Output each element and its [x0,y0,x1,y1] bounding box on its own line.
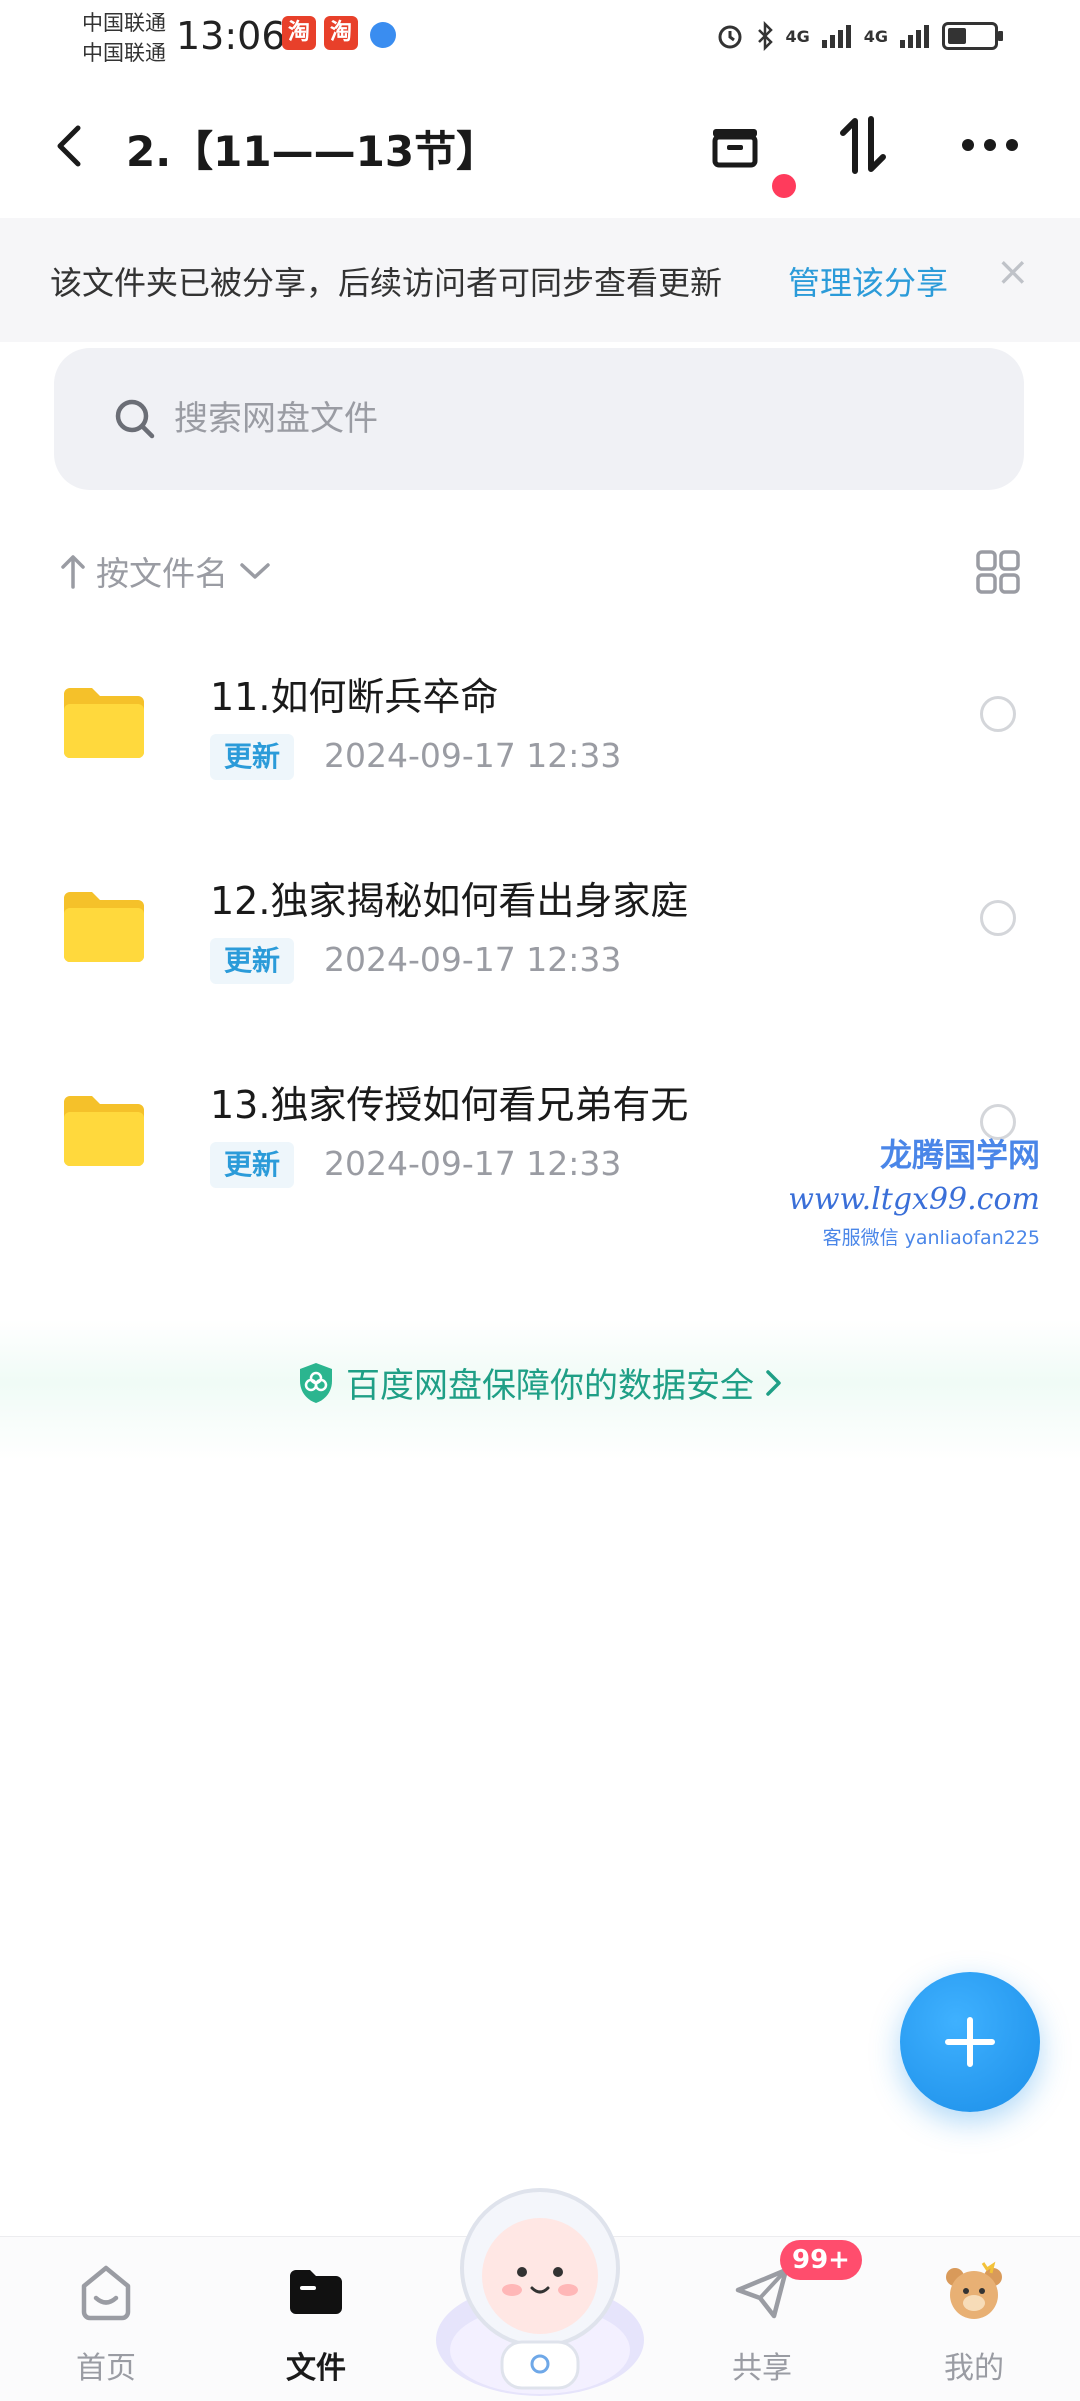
back-button[interactable] [50,116,100,176]
nav-label-files: 文件 [286,2351,346,2386]
file-date: 2024-09-17 12:33 [324,940,622,979]
list-item[interactable]: 12.独家揭秘如何看出身家庭 更新 2024-09-17 12:33 [0,840,1080,1040]
network-label-2: 4G [863,26,888,46]
select-radio[interactable] [980,900,1016,936]
bluetooth-icon [758,21,774,51]
watermark-contact: 客服微信 yanliaofan225 [822,1227,1040,1249]
nav-item-mine[interactable]: 我的 [904,2257,1044,2387]
back-arrow-icon [57,125,81,167]
status-bar: 中国联通 中国联通 13:06 淘 淘 4G 4G [0,0,1080,70]
sort-transfer-icon [840,116,886,174]
nav-item-home[interactable]: 首页 [36,2257,176,2387]
folder-icon [64,1096,144,1166]
close-banner-button[interactable]: × [996,252,1030,292]
watermark: 龙腾国学网 www.ltgx99.com 客服微信 yanliaofan225 [788,1130,1040,1250]
search-input[interactable] [172,388,936,450]
search-icon [115,399,155,439]
more-button[interactable] [955,110,1025,180]
file-name: 12.独家揭秘如何看出身家庭 [210,879,689,923]
inbox-icon [712,129,758,168]
nav-label-mine: 我的 [944,2351,1004,2386]
updated-tag: 更新 [210,734,295,780]
transfer-button[interactable] [828,110,898,180]
list-item[interactable]: 11.如何断兵卒命 更新 2024-09-17 12:33 [0,636,1080,836]
nav-label-home: 首页 [76,2351,136,2386]
security-text: 百度网盘保障你的数据安全 [346,1366,754,1406]
sort-selector[interactable]: 按文件名 [60,546,272,596]
nav-label-share: 共享 [732,2351,792,2386]
manage-share-link[interactable]: 管理该分享 [788,258,948,304]
security-banner[interactable]: 百度网盘保障你的数据安全 [0,1320,1080,1460]
file-name: 13.独家传授如何看兄弟有无 [210,1083,689,1127]
mascot-assistant-icon[interactable] [432,2172,648,2400]
battery-icon [942,22,1003,50]
alarm-icon [718,25,742,49]
share-notice-text: 该文件夹已被分享，后续访问者可同步查看更新 [50,264,723,302]
file-name: 11.如何断兵卒命 [210,675,499,719]
share-count-badge: 99+ [780,2240,862,2280]
add-button[interactable] [900,1972,1040,2112]
page-title: 2.【11——13节】 [126,127,499,176]
share-banner: 该文件夹已被分享，后续访问者可同步查看更新 管理该分享 × [0,218,1080,342]
chevron-down-icon [240,563,270,579]
watermark-url: www.ltgx99.com [788,1182,1040,1217]
taobao-notification-icon-2: 淘 [324,16,358,50]
inbox-button[interactable] [700,110,770,180]
security-content: 百度网盘保障你的数据安全 [0,1358,1080,1407]
file-date: 2024-09-17 12:33 [324,736,622,775]
shield-icon [300,1362,332,1403]
status-indicators: 4G 4G [715,16,1003,56]
carrier-label-1: 中国联通 [82,11,166,35]
signal-icon-2 [900,25,929,48]
app-notification-icon [370,22,396,48]
chevron-right-icon [766,1369,781,1396]
bear-avatar-icon [946,2261,1002,2319]
nav-item-files[interactable]: 文件 [246,2257,386,2387]
file-date: 2024-09-17 12:33 [324,1144,622,1183]
taobao-notification-icon: 淘 [282,16,316,50]
home-icon [81,2265,131,2321]
watermark-title: 龙腾国学网 [879,1136,1040,1174]
up-arrow-icon [61,555,85,589]
search-bar[interactable] [54,348,1024,490]
folder-icon [64,892,144,962]
sort-label: 按文件名 [96,554,228,593]
grid-view-icon[interactable] [974,548,1022,596]
signal-icon [821,25,851,48]
more-icon [962,139,1018,151]
notification-dot [772,174,796,198]
network-label-1: 4G [785,26,810,46]
header-bar: 2.【11——13节】 [0,90,1080,200]
carrier-label-2: 中国联通 [82,41,166,65]
plus-icon [945,2017,995,2067]
updated-tag: 更新 [210,938,295,984]
select-radio[interactable] [980,696,1016,732]
status-time: 13:06 [176,14,286,58]
updated-tag: 更新 [210,1142,295,1188]
folder-nav-icon [290,2270,342,2314]
folder-icon [64,688,144,758]
